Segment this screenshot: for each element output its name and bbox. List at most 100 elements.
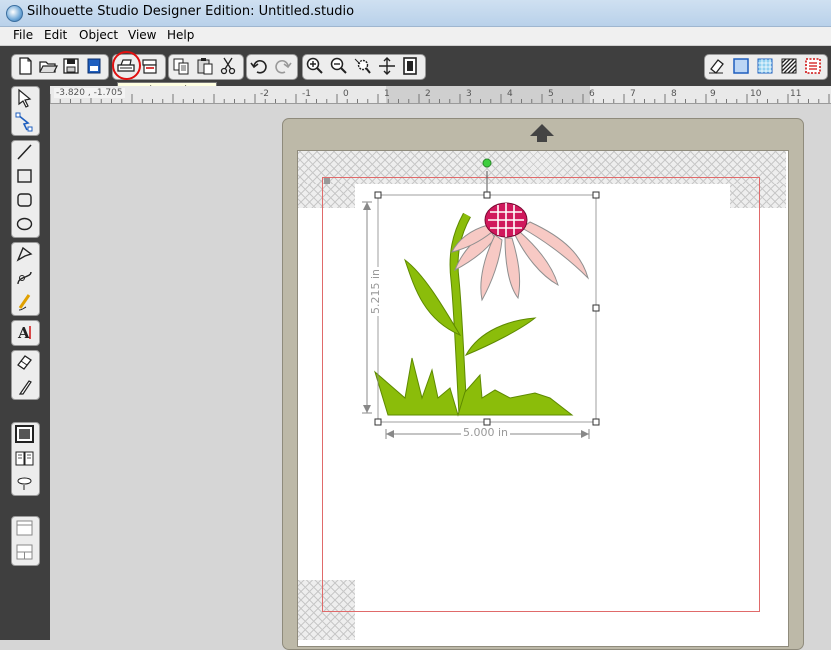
ellipse-icon bbox=[16, 217, 33, 231]
layout-panel-button[interactable] bbox=[13, 541, 36, 563]
copy-icon bbox=[173, 58, 189, 75]
store-icon bbox=[17, 477, 32, 490]
svg-text:A: A bbox=[17, 324, 30, 342]
point-edit-icon bbox=[15, 112, 33, 132]
ruler-label: 1 bbox=[384, 89, 390, 99]
store-button[interactable] bbox=[13, 471, 36, 493]
text-tool-button[interactable]: A bbox=[13, 321, 36, 343]
polygon-tool-button[interactable] bbox=[13, 243, 36, 265]
fill-pattern-button[interactable] bbox=[778, 56, 800, 76]
ruler-label: 7 bbox=[630, 89, 636, 99]
book-icon bbox=[15, 451, 34, 466]
knife-tool-button[interactable] bbox=[13, 375, 36, 397]
ruler-label: 8 bbox=[671, 89, 677, 99]
scissors-icon bbox=[220, 57, 236, 75]
paste-button[interactable] bbox=[194, 56, 216, 76]
panel-split-icon bbox=[16, 544, 33, 560]
page-setup-icon bbox=[15, 425, 34, 443]
ruler-label: -1 bbox=[302, 89, 311, 99]
fill-pattern-icon bbox=[781, 58, 797, 74]
rounded-rectangle-icon bbox=[17, 193, 32, 207]
zoom-out-icon bbox=[330, 57, 347, 74]
ruler-label: -2 bbox=[260, 89, 269, 99]
selection-box bbox=[362, 158, 600, 439]
fill-color-button[interactable] bbox=[754, 56, 776, 76]
text-icon: A bbox=[17, 324, 31, 342]
panel-top-icon bbox=[16, 520, 33, 536]
ruler-label: 11 bbox=[790, 89, 802, 99]
paste-icon bbox=[197, 58, 213, 75]
ruler-label: 0 bbox=[343, 89, 349, 99]
folder-open-icon bbox=[39, 61, 58, 73]
cut-settings-button[interactable] bbox=[802, 56, 824, 76]
floppy-disk-icon bbox=[63, 58, 79, 74]
ruler-label: 9 bbox=[710, 89, 716, 99]
cut-button[interactable] bbox=[217, 56, 239, 76]
left-toolbar: A bbox=[0, 86, 50, 640]
title-bar: Silhouette Studio Designer Edition: Unti… bbox=[0, 0, 831, 27]
redo-button[interactable] bbox=[272, 56, 294, 76]
fill-panel-button[interactable] bbox=[13, 517, 36, 539]
print-button[interactable] bbox=[139, 56, 161, 76]
zoom-select-button[interactable] bbox=[352, 56, 374, 76]
feed-direction-arrow-icon bbox=[530, 124, 554, 142]
cut-settings-icon bbox=[805, 58, 821, 74]
ruler-label: 6 bbox=[589, 89, 595, 99]
library-button[interactable] bbox=[13, 447, 36, 469]
ruler-label: 5 bbox=[548, 89, 554, 99]
window-title: Silhouette Studio Designer Edition: Unti… bbox=[27, 4, 355, 19]
ruler-label: 4 bbox=[507, 89, 513, 99]
open-button[interactable] bbox=[37, 56, 59, 76]
zoom-out-button[interactable] bbox=[328, 56, 350, 76]
ellipse-tool-button[interactable] bbox=[13, 213, 36, 235]
menu-edit[interactable]: Edit bbox=[44, 28, 67, 42]
curve-tool-button[interactable] bbox=[13, 267, 36, 289]
freehand-tool-button[interactable] bbox=[13, 291, 36, 313]
new-document-icon bbox=[19, 57, 32, 75]
corner-marker bbox=[324, 178, 330, 184]
save-to-library-button[interactable] bbox=[83, 56, 105, 76]
width-dimension-label: 5.000 in bbox=[461, 426, 511, 439]
eraser-tool-button[interactable] bbox=[13, 351, 36, 373]
line-tool-button[interactable] bbox=[13, 141, 36, 163]
menu-file[interactable]: File bbox=[13, 28, 33, 42]
menu-bar: File Edit Object View Help bbox=[0, 27, 831, 46]
curve-icon bbox=[17, 271, 32, 285]
eraser-panel-icon bbox=[709, 59, 724, 74]
redo-icon bbox=[275, 59, 292, 74]
fit-page-icon bbox=[403, 57, 417, 75]
menu-help[interactable]: Help bbox=[167, 28, 194, 42]
knife-icon bbox=[18, 380, 32, 395]
menu-object[interactable]: Object bbox=[79, 28, 118, 42]
undo-icon bbox=[250, 59, 267, 74]
rectangle-icon bbox=[17, 169, 32, 183]
print-cut-icon bbox=[142, 59, 157, 74]
fit-to-page-button[interactable] bbox=[399, 56, 421, 76]
zoom-in-icon bbox=[306, 57, 323, 74]
arrow-pointer-icon bbox=[18, 88, 32, 108]
page-settings-button[interactable] bbox=[730, 56, 752, 76]
app-icon bbox=[6, 5, 23, 22]
eraser-panel-button[interactable] bbox=[706, 56, 728, 76]
rectangle-tool-button[interactable] bbox=[13, 165, 36, 187]
hand-pan-icon bbox=[379, 57, 395, 75]
page-setup-button[interactable] bbox=[13, 423, 36, 445]
page-settings-icon bbox=[733, 58, 749, 74]
save-button[interactable] bbox=[60, 56, 82, 76]
zoom-in-button[interactable] bbox=[304, 56, 326, 76]
undo-button[interactable] bbox=[248, 56, 270, 76]
eraser-icon bbox=[17, 355, 32, 370]
ruler-label: 10 bbox=[750, 89, 762, 99]
menu-view[interactable]: View bbox=[128, 28, 156, 42]
new-document-button[interactable] bbox=[14, 56, 36, 76]
select-tool-button[interactable] bbox=[13, 87, 36, 109]
library-save-icon bbox=[87, 58, 101, 74]
point-edit-tool-button[interactable] bbox=[13, 111, 36, 133]
rounded-rectangle-tool-button[interactable] bbox=[13, 189, 36, 211]
ruler-label: 3 bbox=[466, 89, 472, 99]
cursor-coordinate-readout: -3.820 , -1.705 bbox=[54, 88, 125, 98]
ruler-label: 2 bbox=[425, 89, 431, 99]
pencil-icon bbox=[18, 294, 31, 311]
zoom-fit-button[interactable] bbox=[376, 56, 398, 76]
copy-button[interactable] bbox=[170, 56, 192, 76]
